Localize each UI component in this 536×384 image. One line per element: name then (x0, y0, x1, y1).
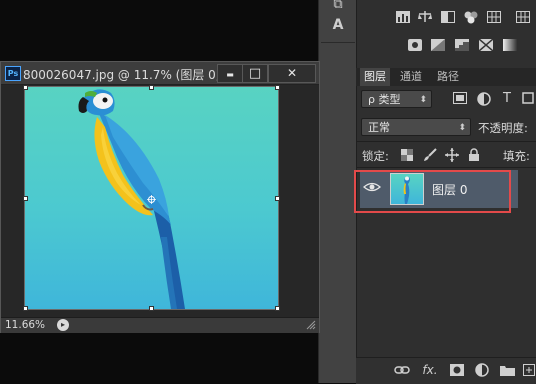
mask-icon[interactable] (449, 364, 465, 378)
tab-paths[interactable]: 路径 (433, 68, 463, 86)
filter-label: ρ 类型 (368, 93, 401, 106)
pixel-filter-icon[interactable] (452, 92, 468, 106)
tool-strip: ⧉ A (318, 0, 357, 383)
gradient-map-icon[interactable] (502, 39, 518, 53)
brush-icon[interactable] (422, 148, 438, 162)
transform-handle[interactable] (275, 196, 280, 201)
lock-icon[interactable] (466, 148, 482, 162)
minimize-button[interactable]: ▬ (217, 64, 243, 83)
restore-button[interactable]: □ (242, 64, 268, 83)
transform-handle[interactable] (149, 306, 154, 311)
transform-handle[interactable] (23, 196, 28, 201)
chevron-updown-icon: ⬍ (458, 123, 466, 133)
lock-label: 锁定: (362, 149, 389, 163)
halfrect-icon[interactable] (440, 11, 456, 25)
fill-label: 填充: (503, 149, 530, 163)
photoshop-logo-icon: Ps (5, 66, 21, 81)
transform-center-icon[interactable] (147, 194, 156, 204)
document-titlebar[interactable]: Ps 800026047.jpg @ 11.7% (图层 0, ... ▬ □ … (1, 62, 319, 85)
layers-bottom-bar: fx. (356, 357, 536, 384)
tool-divider (321, 42, 355, 43)
photo-filter-icon[interactable] (407, 39, 423, 53)
adjustment-layer-icon[interactable] (474, 363, 490, 377)
type-filter-icon[interactable]: T (499, 92, 515, 106)
opacity-label: 不透明度: (478, 121, 528, 135)
fx-icon[interactable]: fx. (420, 363, 440, 377)
levels-icon[interactable] (395, 11, 411, 25)
panel-divider (356, 167, 536, 168)
balance-icon[interactable] (417, 11, 433, 25)
blend-mode-dropdown[interactable]: 正常 ⬍ (361, 118, 471, 136)
minimize-icon: ▬ (226, 70, 234, 79)
shape-filter-icon[interactable] (520, 92, 536, 106)
adjustment-filter-icon[interactable] (476, 92, 492, 106)
folder-icon[interactable] (499, 364, 515, 378)
text-tool-icon[interactable]: A (327, 16, 349, 34)
chevron-updown-icon: ⬍ (419, 95, 427, 105)
restore-icon: □ (248, 66, 262, 81)
document-title: 800026047.jpg @ 11.7% (图层 0, ... (23, 68, 235, 82)
highlight-annotation (354, 170, 511, 213)
link-icon[interactable] (394, 364, 410, 378)
panel-tabs: 图层 通道 路径 (356, 68, 536, 86)
transform-handle[interactable] (275, 306, 280, 311)
transform-handle[interactable] (275, 85, 280, 90)
canvas-area[interactable] (1, 85, 319, 317)
panel-divider (356, 141, 536, 142)
gradient-icon[interactable] (430, 39, 446, 53)
resize-grip-icon[interactable] (306, 320, 316, 330)
grid-icon[interactable] (515, 11, 531, 25)
document-window: Ps 800026047.jpg @ 11.7% (图层 0, ... ▬ □ … (0, 61, 320, 333)
move-icon[interactable] (444, 148, 460, 162)
close-icon: ✕ (286, 66, 298, 80)
posterize-icon[interactable] (454, 39, 470, 53)
status-menu-icon[interactable]: ▸ (57, 319, 69, 331)
transform-handle[interactable] (23, 85, 28, 90)
transform-handle[interactable] (23, 306, 28, 311)
threshold-icon[interactable] (478, 38, 494, 53)
transform-handle[interactable] (149, 85, 154, 90)
lock-transparent-icon[interactable] (399, 149, 415, 163)
tab-channels[interactable]: 通道 (396, 68, 426, 86)
layers-stack-icon[interactable]: ⧉ (327, 0, 349, 14)
close-button[interactable]: ✕ (268, 64, 316, 83)
color-balance-icon[interactable] (463, 11, 479, 25)
zoom-level[interactable]: 11.66% (5, 319, 45, 331)
status-bar: 11.66% ▸ (1, 317, 319, 333)
grid-icon[interactable] (486, 11, 502, 25)
tab-layers[interactable]: 图层 (360, 68, 390, 86)
new-layer-icon[interactable] (521, 364, 536, 378)
layer-filter-dropdown[interactable]: ρ 类型 ⬍ (361, 90, 432, 108)
blend-mode-value: 正常 (368, 121, 390, 134)
